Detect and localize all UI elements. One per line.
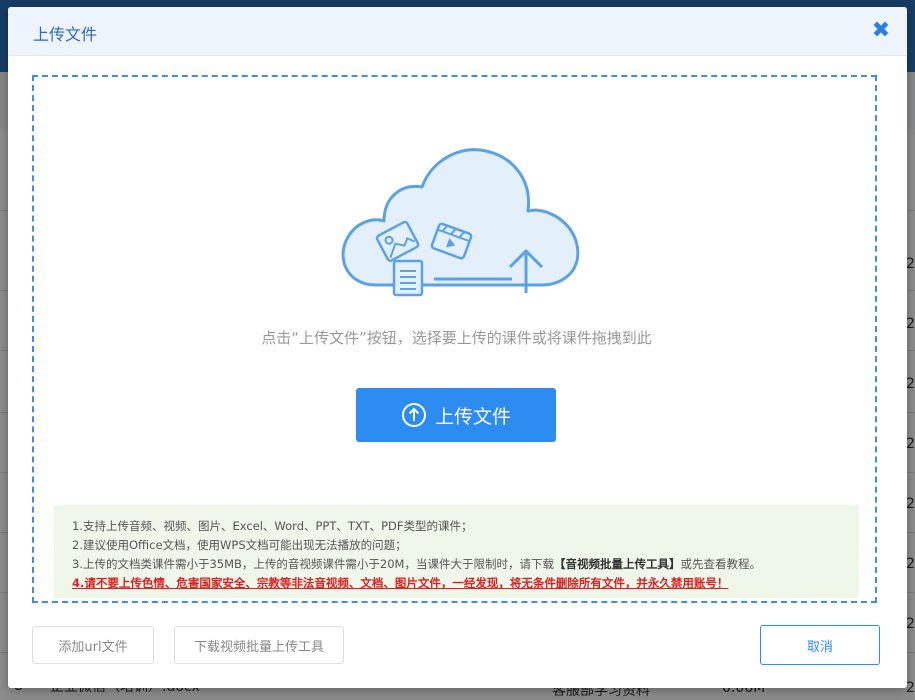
upload-file-button[interactable]: 上传文件 [356, 388, 556, 442]
close-icon[interactable]: ✖ [869, 19, 893, 43]
notice-line-3: 3.上传的文档类课件需小于35MB，上传的音视频课件需小于20M，当课件大于限制… [72, 555, 841, 574]
add-url-file-button[interactable]: 添加url文件 [32, 626, 154, 664]
drop-hint-text: 点击“上传文件”按钮，选择要上传的课件或将课件拖拽到此 [261, 329, 652, 347]
notice-warning: 4.请不要上传色情、危害国家安全、宗教等非法音视频、文档、图片文件，一经发现，将… [72, 576, 729, 590]
dialog-title: 上传文件 [33, 25, 98, 44]
file-drop-zone[interactable]: 点击“上传文件”按钮，选择要上传的课件或将课件拖拽到此 上传文件 1.支持上传音… [32, 75, 877, 603]
cancel-button[interactable]: 取消 [760, 625, 880, 665]
notice-line-2: 2.建议使用Office文档，使用WPS文档可能出现无法播放的问题； [72, 538, 407, 552]
upload-file-button-label: 上传文件 [434, 405, 511, 428]
upload-file-dialog: 上传文件 ✖ 点击“上传文件”按钮，选择要上传的课件或将课件拖拽到此 上传文件 … [8, 7, 907, 688]
cloud-icon [341, 148, 580, 297]
download-batch-tool-button[interactable]: 下载视频批量上传工具 [174, 626, 344, 664]
notice-line-1: 1.支持上传音频、视频、图片、Excel、Word、PPT、TXT、PDF类型的… [72, 519, 473, 533]
upload-arrow-icon [401, 403, 426, 427]
notice-line-3-suffix: 或先查看教程。 [680, 557, 761, 571]
upload-notice: 1.支持上传音频、视频、图片、Excel、Word、PPT、TXT、PDF类型的… [54, 505, 859, 598]
batch-upload-tool-link[interactable]: 【音视频批量上传工具】 [554, 557, 681, 571]
notice-line-3-prefix: 3.上传的文档类课件需小于35MB，上传的音视频课件需小于20M，当课件大于限制… [72, 557, 554, 571]
dialog-header: 上传文件 ✖ [8, 7, 907, 56]
cloud-upload-illustration [336, 145, 581, 305]
